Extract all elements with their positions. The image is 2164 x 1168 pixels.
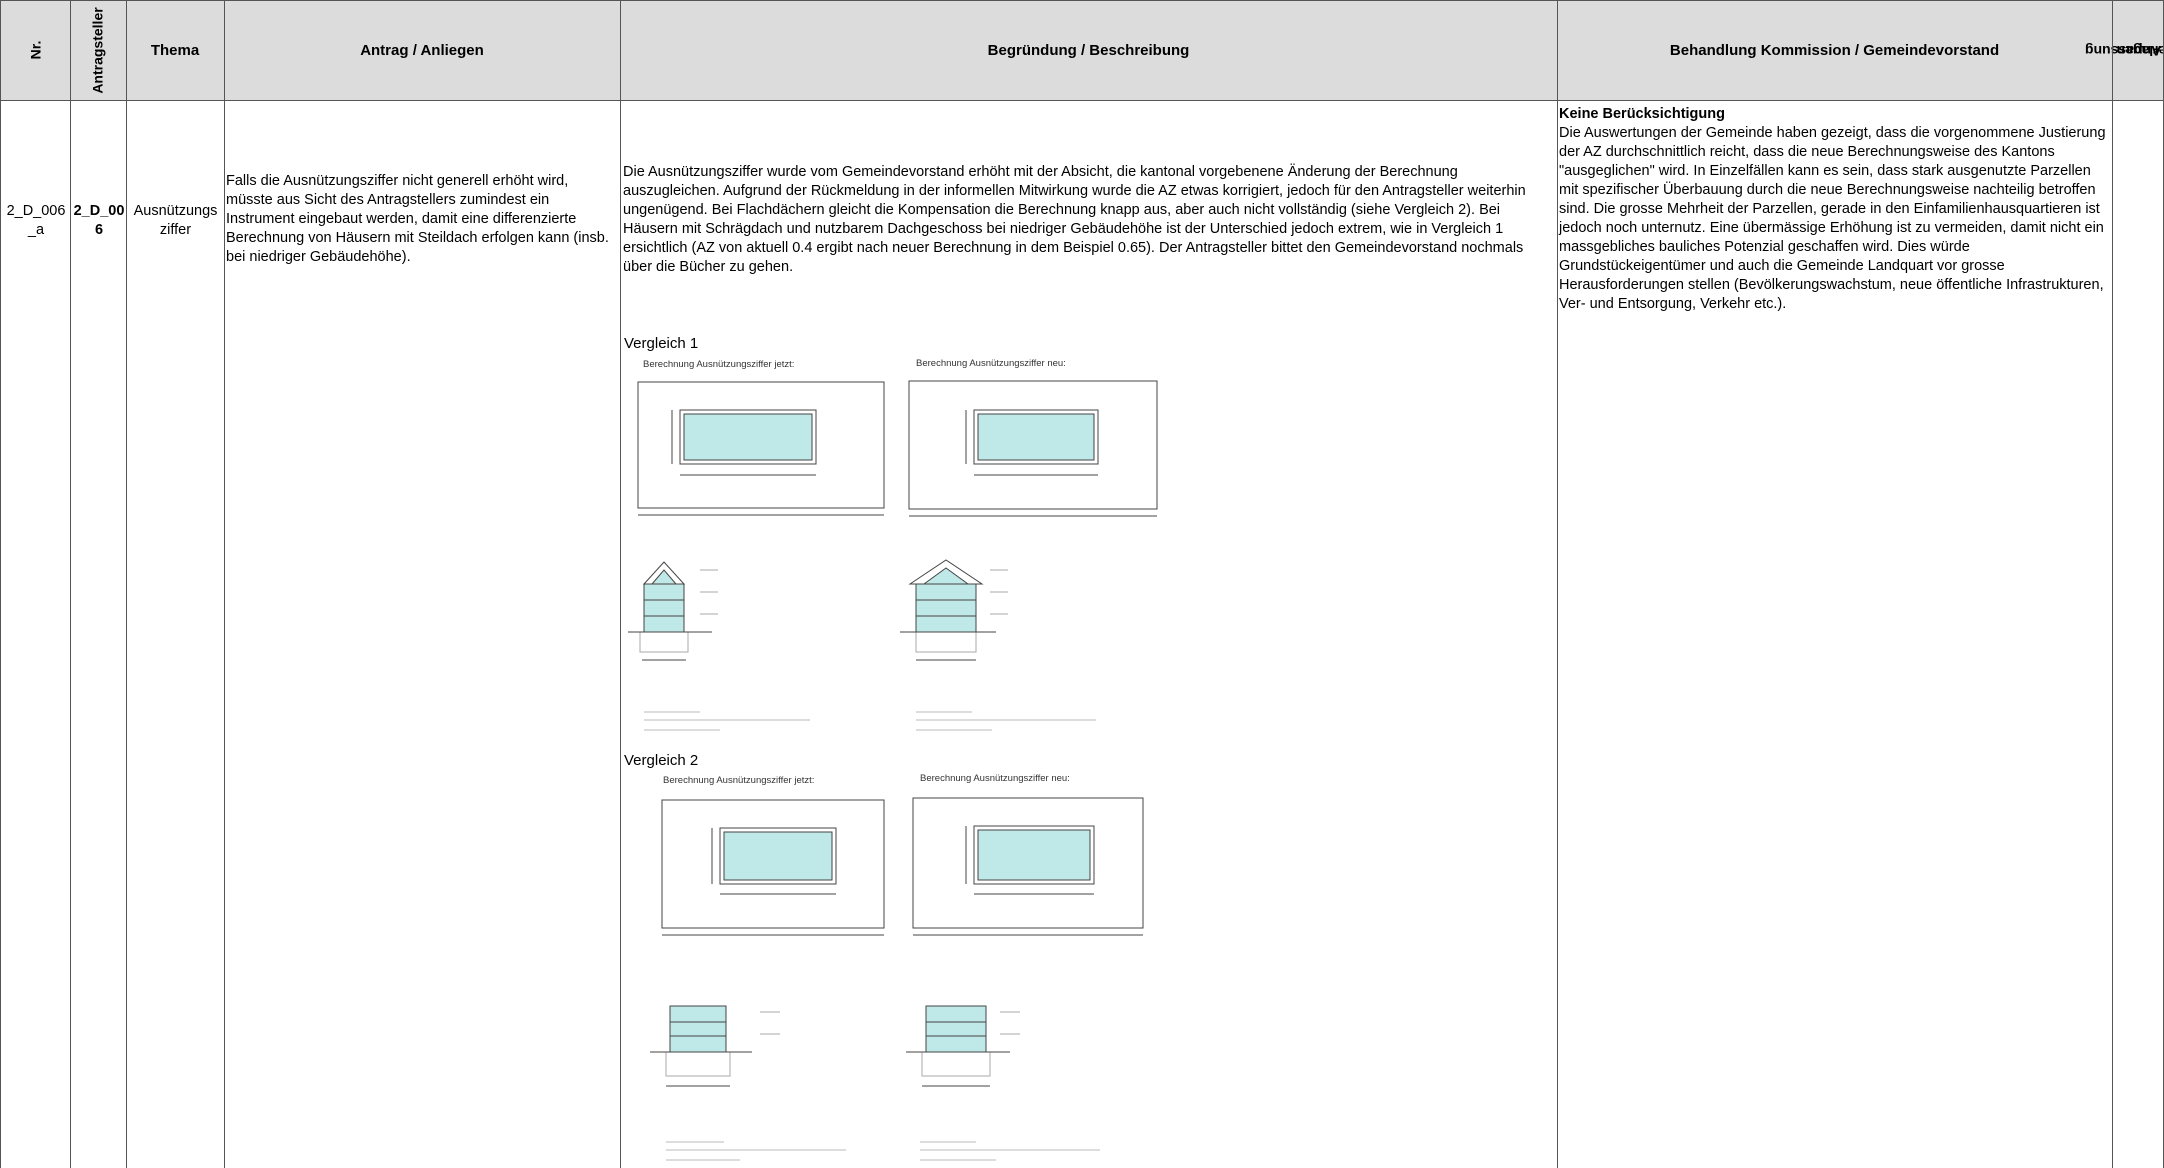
v2-section-neu <box>906 1005 1020 1087</box>
cell-antragsteller-line1: 2_D_00 <box>73 203 125 219</box>
grid-line-top <box>0 0 2164 1</box>
header-behandlung: Behandlung Kommission / Gemeindevorstand <box>1557 0 2112 100</box>
cell-nr-line1: 2_D_006 <box>6 203 66 219</box>
header-anpassung-label: AnpassungUnterlagen <box>2085 12 2164 88</box>
behandlung-title: Keine Berücksichtigung <box>1559 106 1725 122</box>
header-behandlung-label: Behandlung Kommission / Gemeindevorstand <box>1669 41 2000 59</box>
grid-line <box>70 0 71 1168</box>
cell-thema: Ausnützungs ziffer <box>127 202 224 240</box>
grid-line <box>126 0 127 1168</box>
v1-formulas <box>644 711 1096 731</box>
cell-thema-line1: Ausnützungs <box>133 203 218 219</box>
grid-line <box>1557 0 1558 1168</box>
cell-antragsteller-line2: 6 <box>94 222 104 238</box>
grid-line <box>0 0 1 1168</box>
header-antrag-label: Antrag / Anliegen <box>360 41 484 59</box>
cell-antragsteller: 2_D_00 6 <box>72 202 126 240</box>
header-anpassung-line2: Unterlagen <box>2116 42 2164 59</box>
cell-nr-line2: _a <box>27 222 45 238</box>
header-anpassung: AnpassungUnterlagen <box>2085 0 2164 100</box>
grid-line <box>224 0 225 1168</box>
grid-line <box>2112 0 2113 1168</box>
behandlung-text: Die Auswertungen der Gemeinde haben geze… <box>1559 125 2106 312</box>
cell-behandlung: Keine Berücksichtigung Die Auswertungen … <box>1559 105 2109 314</box>
v2-plan-jetzt <box>661 799 885 936</box>
header-begruendung: Begründung / Beschreibung <box>620 0 1557 100</box>
header-nr-label: Nr. <box>27 40 43 60</box>
v2-formulas <box>666 1141 1100 1161</box>
header-thema-label: Thema <box>150 41 200 59</box>
comparison-drawings <box>628 380 1158 1161</box>
header-begruendung-label: Begründung / Beschreibung <box>987 41 1190 59</box>
v1-plan-jetzt <box>637 381 885 516</box>
cell-thema-line2: ziffer <box>159 222 192 238</box>
v1-section-jetzt <box>628 561 718 661</box>
v2-section-jetzt <box>650 1005 780 1087</box>
cell-antrag: Falls die Ausnützungsziffer nicht genere… <box>226 173 609 265</box>
header-antragsteller-label: Antragsteller <box>89 6 106 94</box>
header-antragsteller: Antragsteller <box>70 0 126 100</box>
v1-section-neu <box>900 559 1008 661</box>
grid-line-header-bottom <box>0 100 2164 101</box>
v2-plan-neu <box>912 797 1144 936</box>
header-antrag: Antrag / Anliegen <box>224 0 620 100</box>
header-nr: Nr. <box>0 0 70 100</box>
header-thema: Thema <box>126 0 224 100</box>
v1-plan-neu <box>908 380 1158 517</box>
cell-begruendung: Die Ausnützungsziffer wurde vom Gemeinde… <box>623 164 1526 275</box>
cell-nr: 2_D_006 _a <box>4 202 68 240</box>
